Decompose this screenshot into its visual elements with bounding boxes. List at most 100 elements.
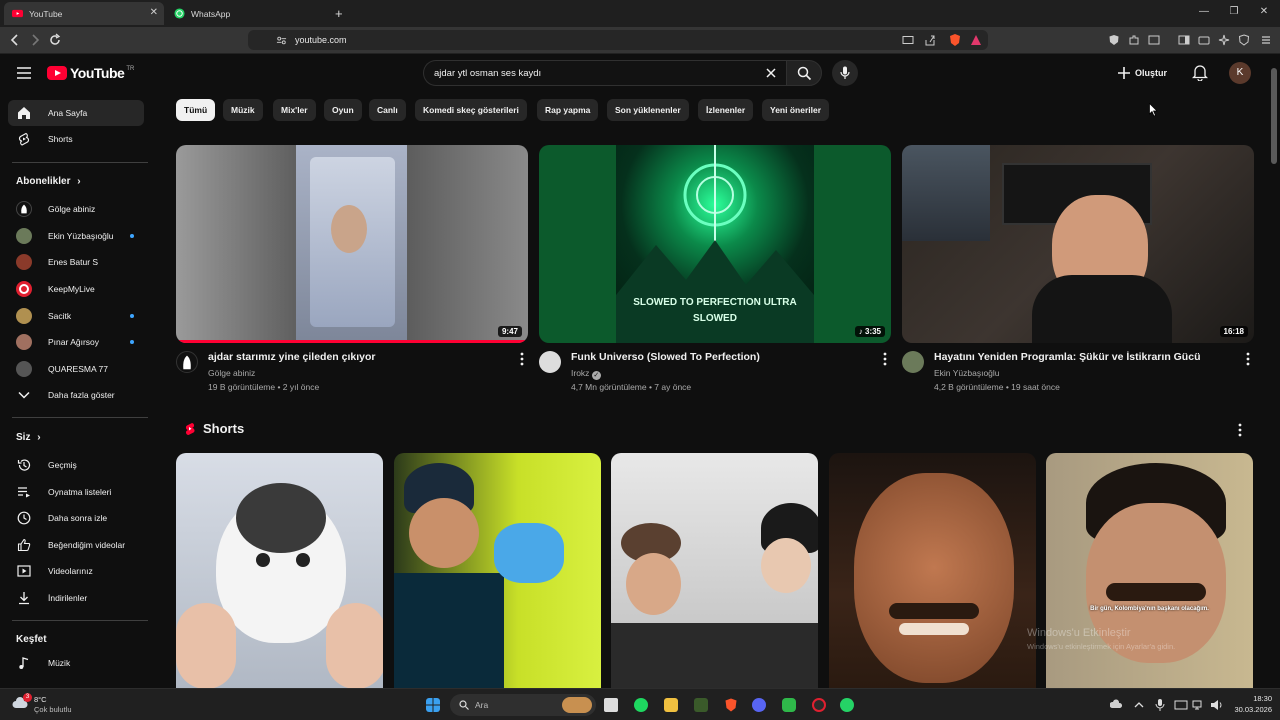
sidebar-item-downloads[interactable]: İndirilenler <box>8 585 144 611</box>
tab-close-icon[interactable]: ✕ <box>150 7 158 18</box>
video-thumbnail[interactable]: 9:47 <box>176 145 528 343</box>
cast-icon[interactable] <box>902 34 914 46</box>
brave-rewards-icon[interactable] <box>970 34 982 46</box>
chip-all[interactable]: Tümü <box>176 99 216 121</box>
extensions-icon[interactable] <box>1128 34 1140 46</box>
youtube-logo[interactable]: YouTube TR <box>47 65 134 81</box>
new-tab-button[interactable]: + <box>330 2 352 25</box>
sidebar-item-watch-later[interactable]: Daha sonra izle <box>8 505 144 531</box>
channel-avatar[interactable] <box>539 351 561 373</box>
menu-icon[interactable] <box>1260 34 1272 46</box>
video-channel[interactable]: Ekin Yüzbaşıoğlu <box>934 368 1000 378</box>
channel-avatar[interactable] <box>902 351 924 373</box>
sidebar-item-subscription[interactable]: QUARESMA 77 <box>8 356 144 382</box>
chip-music[interactable]: Müzik <box>223 99 263 121</box>
vpn-icon[interactable] <box>1238 34 1250 46</box>
whatsapp-icon[interactable] <box>840 698 854 712</box>
restore-icon[interactable]: ❐ <box>1226 6 1242 17</box>
shorts-more-icon[interactable] <box>1238 423 1242 437</box>
scrollbar-thumb[interactable] <box>1271 68 1277 164</box>
search-input[interactable]: ajdar ytl osman ses kaydı <box>423 60 787 86</box>
video-title[interactable]: Funk Universo (Slowed To Perfection) <box>571 351 760 363</box>
discord-icon[interactable] <box>752 698 766 712</box>
notifications-icon[interactable] <box>1192 64 1208 81</box>
spotify-icon[interactable] <box>634 698 648 712</box>
short-thumbnail[interactable] <box>394 453 601 689</box>
voice-search-button[interactable] <box>832 60 858 86</box>
sidebar-item-subscription[interactable]: Ekin Yüzbaşıoğlu <box>8 223 144 249</box>
short-thumbnail[interactable] <box>176 453 383 689</box>
more-actions-icon[interactable] <box>883 352 887 366</box>
chip-gaming[interactable]: Oyun <box>324 99 362 121</box>
video-channel[interactable]: Gölge abiniz <box>208 368 255 378</box>
sidebar-item-subscription[interactable]: Gölge abiniz <box>8 196 144 222</box>
short-thumbnail[interactable] <box>611 453 818 689</box>
leo-ai-icon[interactable] <box>1218 34 1230 46</box>
obs-icon[interactable] <box>812 698 826 712</box>
create-button[interactable]: Oluştur <box>1117 63 1167 83</box>
more-actions-icon[interactable] <box>520 352 524 366</box>
tab-whatsapp[interactable]: WhatsApp <box>166 2 326 25</box>
window-close-icon[interactable]: ✕ <box>1256 6 1272 17</box>
video-title[interactable]: Hayatını Yeniden Programla: Şükür ve İst… <box>934 351 1200 363</box>
video-thumbnail[interactable]: 16:18 <box>902 145 1254 343</box>
guide-menu-icon[interactable] <box>16 66 32 80</box>
volume-icon[interactable] <box>1210 698 1224 712</box>
minimize-icon[interactable]: — <box>1196 6 1212 17</box>
sidebar-item-music[interactable]: Müzik <box>8 650 144 676</box>
site-settings-icon[interactable] <box>276 35 287 46</box>
chip-watched[interactable]: İzlenenler <box>698 99 754 121</box>
sidebar-item-your-videos[interactable]: Videolarınız <box>8 558 144 584</box>
weather-widget[interactable]: 3 8°C Çok bulutlu <box>10 693 90 717</box>
sidebar-item-subscription[interactable]: Enes Batur S <box>8 249 144 275</box>
onedrive-icon[interactable] <box>1110 698 1122 712</box>
sidebar-item-subscription[interactable]: KeepMyLive <box>8 276 144 302</box>
subscriptions-heading[interactable]: Abonelikler › <box>16 176 81 187</box>
reload-icon[interactable] <box>48 33 62 47</box>
tray-microphone-icon[interactable] <box>1154 698 1166 712</box>
sidebar-item-shorts[interactable]: Shorts <box>8 126 144 152</box>
tray-overflow-icon[interactable] <box>1134 698 1144 712</box>
sidebar-toggle-icon[interactable] <box>1178 34 1190 46</box>
sidebar-item-home[interactable]: Ana Sayfa <box>8 100 144 126</box>
page-scrollbar[interactable] <box>1268 54 1280 688</box>
chip-mixes[interactable]: Mix'ler <box>273 99 316 121</box>
clock-time[interactable]: 18:30 <box>1238 694 1272 703</box>
video-thumbnail[interactable]: SLOWED TO PERFECTION ULTRA SLOWED ♪ 3:35 <box>539 145 891 343</box>
search-button[interactable] <box>786 60 822 86</box>
chip-rap[interactable]: Rap yapma <box>537 99 599 121</box>
tab-youtube[interactable]: YouTube ✕ <box>4 2 164 25</box>
nvidia-icon[interactable] <box>694 698 708 712</box>
sidebar-item-subscription[interactable]: Sacitk <box>8 303 144 329</box>
task-view-icon[interactable] <box>604 698 618 712</box>
windows-start-icon[interactable] <box>426 698 440 712</box>
video-channel[interactable]: Irokz ✓ <box>571 368 601 380</box>
video-title[interactable]: ajdar starımız yine çileden çıkıyor <box>208 351 376 363</box>
wallet-icon[interactable] <box>1198 34 1210 46</box>
account-avatar[interactable]: K <box>1229 62 1251 84</box>
tab-search-icon[interactable] <box>1148 34 1160 46</box>
you-heading[interactable]: Siz › <box>16 432 41 443</box>
sidebar-item-subscription[interactable]: Pınar Ağırsoy <box>8 329 144 355</box>
chip-live[interactable]: Canlı <box>369 99 406 121</box>
address-bar[interactable]: youtube.com <box>248 30 988 50</box>
display-icon[interactable] <box>1174 698 1188 712</box>
brave-browser-icon[interactable] <box>724 698 738 712</box>
more-actions-icon[interactable] <box>1246 352 1250 366</box>
taskbar-search[interactable]: Ara <box>450 694 596 716</box>
chip-new-to-you[interactable]: Yeni öneriler <box>762 99 830 121</box>
forward-icon[interactable] <box>28 33 42 47</box>
back-icon[interactable] <box>8 33 22 47</box>
sidebar-item-liked-videos[interactable]: Beğendiğim videolar <box>8 532 144 558</box>
share-icon[interactable] <box>924 34 936 46</box>
webtoon-icon[interactable] <box>782 698 796 712</box>
network-icon[interactable] <box>1192 698 1206 712</box>
short-thumbnail[interactable] <box>829 453 1036 689</box>
brave-shields-icon[interactable] <box>948 33 962 47</box>
chip-recently-uploaded[interactable]: Son yüklenenler <box>607 99 689 121</box>
sidebar-item-playlists[interactable]: Oynatma listeleri <box>8 479 144 505</box>
show-more-button[interactable]: Daha fazla göster <box>8 382 144 408</box>
file-explorer-icon[interactable] <box>664 698 678 712</box>
clear-search-icon[interactable] <box>765 67 777 79</box>
sidebar-item-history[interactable]: Geçmiş <box>8 452 144 478</box>
